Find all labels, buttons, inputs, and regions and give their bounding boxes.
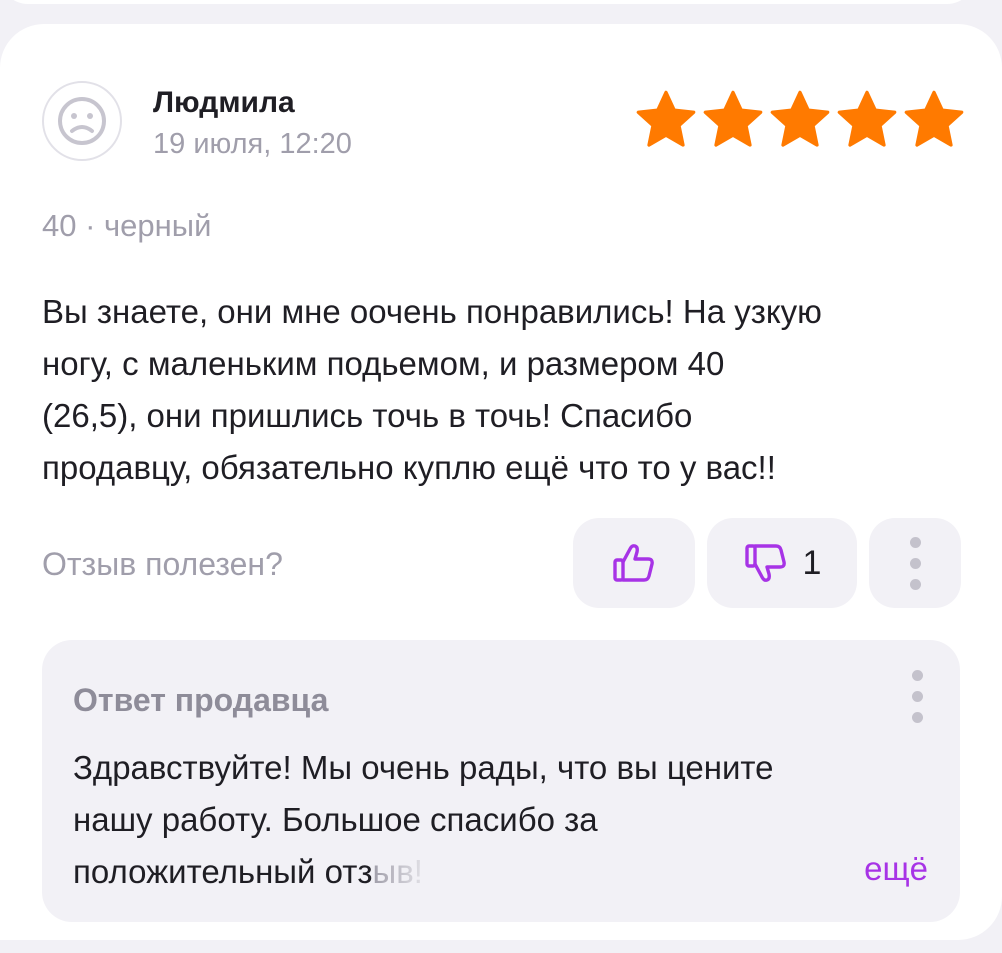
product-variant: 40 · черный [42,208,212,243]
review-text-line: продавцу, обязательно куплю ещё что то у… [42,449,776,486]
read-more-link[interactable]: ещё [864,850,928,888]
dislike-count: 1 [802,543,822,582]
dislike-button[interactable]: 1 [707,518,857,608]
sad-face-icon [58,97,106,145]
seller-reply-more-button[interactable] [902,670,932,723]
star-icon [904,90,964,147]
reply-text-main: положительный отз [73,853,373,890]
rating-stars [634,88,966,152]
review-text-line: Вы знаете, они мне оочень понравились! Н… [42,293,822,330]
seller-reply: Ответ продавца Здравствуйте! Мы очень ра… [42,640,960,922]
review-text: Вы знаете, они мне оочень понравились! Н… [42,286,972,494]
vertical-dots-icon [909,536,921,548]
more-options-button[interactable] [869,518,961,608]
reply-text-line: нашу работу. Большое спасибо за [73,801,598,838]
review-text-line: ногу, с маленьким подьемом, и размером 4… [42,345,725,382]
star-icon [636,90,696,147]
seller-reply-title: Ответ продавца [73,682,329,718]
reply-text-faded: ыв! [372,853,423,890]
thumbs-down-icon [744,544,786,582]
avatar [42,81,122,161]
reply-text-line: положительный отзыв! [73,846,893,898]
like-button[interactable] [573,518,695,608]
author-name: Людмила [153,86,295,119]
star-icon [703,90,763,147]
helpful-question: Отзыв полезен? [42,546,283,582]
thumbs-up-icon [613,544,654,582]
dot [911,712,923,723]
review-date: 19 июля, 12:20 [153,128,352,160]
dot [909,578,921,590]
previous-review-card [0,0,975,4]
dot [911,691,923,702]
reply-text-line: Здравствуйте! Мы очень рады, что вы цени… [73,749,774,786]
star-icon [770,90,830,147]
dot [909,557,921,569]
star-icon [837,90,897,147]
review-text-line: (26,5), они пришлись точь в точь! Спасиб… [42,397,693,434]
review-card: Людмила 19 июля, 12:20 40 · черный Вы зн… [0,24,1002,940]
seller-reply-text: Здравствуйте! Мы очень рады, что вы цени… [73,742,893,898]
vertical-dots-icon [911,670,923,681]
